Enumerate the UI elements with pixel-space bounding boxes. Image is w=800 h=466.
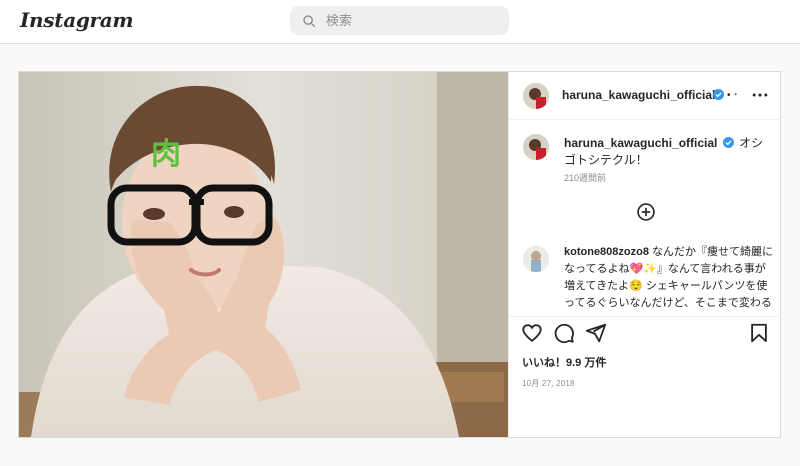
bookmark-icon[interactable]	[748, 322, 770, 344]
header-username[interactable]: haruna_kawaguchi_official	[562, 88, 715, 102]
caption-avatar[interactable]	[523, 134, 549, 160]
post-date[interactable]: 10月 27, 2018	[522, 378, 575, 389]
author-avatar[interactable]	[523, 83, 549, 109]
post-sidebar: haruna_kawaguchi_official • ･ haruna_kaw…	[508, 72, 781, 437]
comment-item: kotone808zozo8 なんだか『痩せて綺麗になってるよね💖✨』なんて言わ…	[564, 244, 776, 312]
top-navigation-bar: Instagram	[0, 0, 800, 44]
follow-dot[interactable]: • ･	[727, 86, 738, 101]
overlay-text: 肉	[151, 137, 181, 172]
post-caption: haruna_kawaguchi_official オシゴトシテクル！	[564, 135, 772, 169]
comment-icon[interactable]	[553, 322, 575, 344]
caption-username[interactable]: haruna_kawaguchi_official	[564, 136, 717, 150]
caption-time: 210週間前	[564, 173, 607, 183]
likes-count[interactable]: いいね！9.9 万件	[522, 354, 606, 370]
search-input[interactable]	[326, 13, 496, 28]
search-box[interactable]	[290, 6, 509, 35]
post-actions: いいね！9.9 万件 10月 27, 2018	[509, 316, 781, 437]
instagram-logo[interactable]: Instagram	[20, 8, 134, 32]
verified-badge-icon	[713, 89, 724, 100]
share-icon[interactable]	[585, 322, 607, 344]
post-photo-illustration: 肉	[19, 72, 508, 437]
more-options-icon[interactable]	[750, 85, 770, 105]
load-more-comments-icon[interactable]	[636, 202, 656, 222]
comment-username[interactable]: kotone808zozo8	[564, 246, 649, 258]
comments-section: haruna_kawaguchi_official オシゴトシテクル！ 210週…	[509, 120, 781, 316]
post-image[interactable]: 肉	[19, 72, 508, 437]
verified-badge-icon	[722, 137, 734, 148]
post-card: 肉 haruna_kawaguchi_official • ･ haruna_k…	[18, 71, 781, 438]
heart-icon[interactable]	[521, 322, 543, 344]
commenter-avatar[interactable]	[523, 246, 549, 272]
search-icon	[303, 14, 316, 27]
post-header: haruna_kawaguchi_official • ･	[509, 72, 781, 120]
